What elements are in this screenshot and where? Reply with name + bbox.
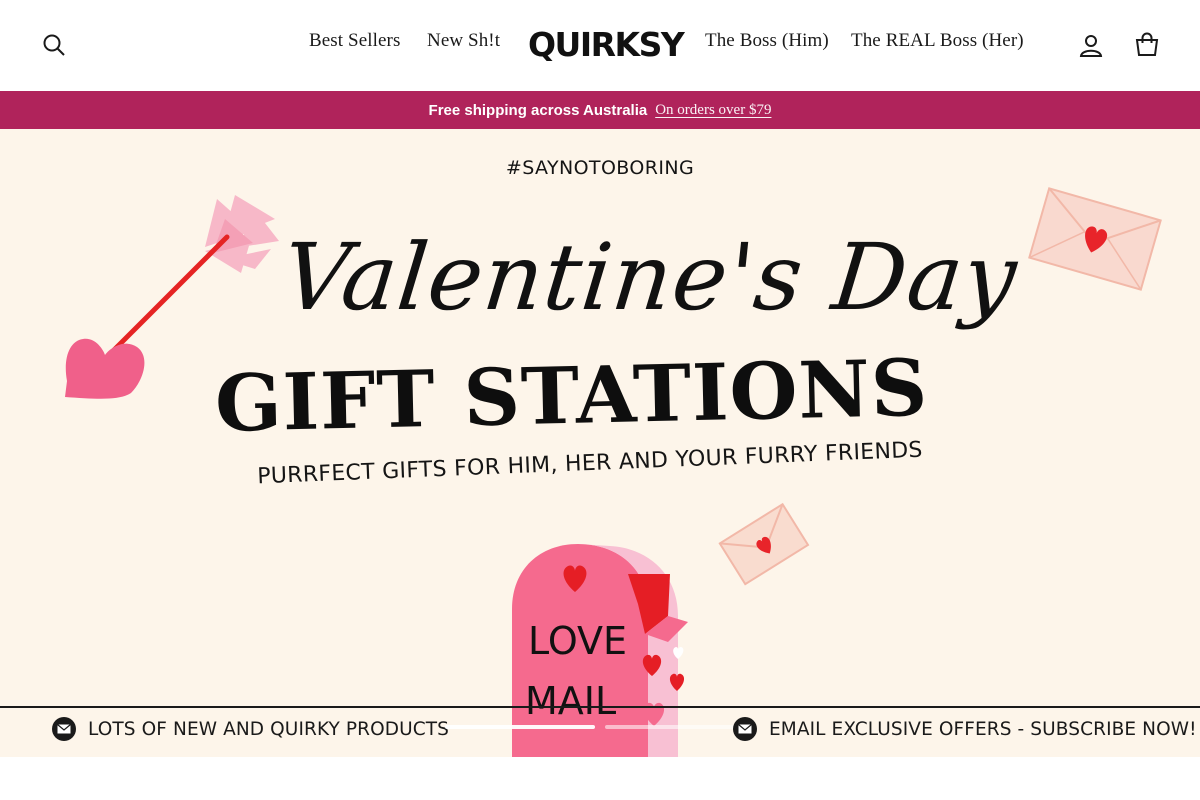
hero-banner[interactable]: #SAYNOTOBORING Valentine's Day GIFT STAT… [0,129,1200,757]
account-icon [1079,35,1103,57]
envelope-icon [52,717,76,741]
search-button[interactable] [38,29,70,61]
slider-dot-1[interactable] [445,725,595,729]
mailbox-text-mail: MAIL [525,679,616,723]
logo-text: QUIRKSY [528,25,685,64]
strip-new-products: LOTS OF NEW AND QUIRKY PRODUCTS [52,717,449,741]
quirksy-logo[interactable]: QUIRKSY [528,25,685,64]
love-mail-mailbox-illustration: LOVE MAIL [512,544,688,757]
nav-best-sellers[interactable]: Best Sellers [309,30,400,52]
envelope-illustration [1028,187,1162,291]
cart-button[interactable] [1130,27,1164,61]
cart-icon [1135,32,1159,56]
strip-right-text: EMAIL EXCLUSIVE OFFERS - SUBSCRIBE NOW! [769,718,1197,740]
mailbox-text-love: LOVE [528,619,627,663]
small-envelope-illustration [718,502,810,586]
hero-strip-divider [0,706,1200,708]
account-button[interactable] [1075,29,1107,61]
nav-new[interactable]: New Sh!t [427,30,500,52]
announcement-link[interactable]: On orders over $79 [655,102,771,119]
envelope-icon [733,717,757,741]
announcement-text: Free shipping across Australia [428,101,648,119]
strip-left-text: LOTS OF NEW AND QUIRKY PRODUCTS [88,718,450,740]
site-header: Best Sellers New Sh!t QUIRKSY The Boss (… [0,0,1200,91]
nav-the-boss-him[interactable]: The Boss (Him) [705,30,829,52]
hero-script-title: Valentine's Day [277,224,1023,331]
hero-hashtag: #SAYNOTOBORING [505,157,695,179]
slider-pagination [445,725,755,729]
search-icon [43,34,65,56]
strip-subscribe[interactable]: EMAIL EXCLUSIVE OFFERS - SUBSCRIBE NOW! [733,717,1197,741]
hero-title: GIFT STATIONS [214,342,930,450]
announcement-bar: Free shipping across Australia On orders… [0,91,1200,129]
nav-the-real-boss-her[interactable]: The REAL Boss (Her) [851,30,1024,52]
